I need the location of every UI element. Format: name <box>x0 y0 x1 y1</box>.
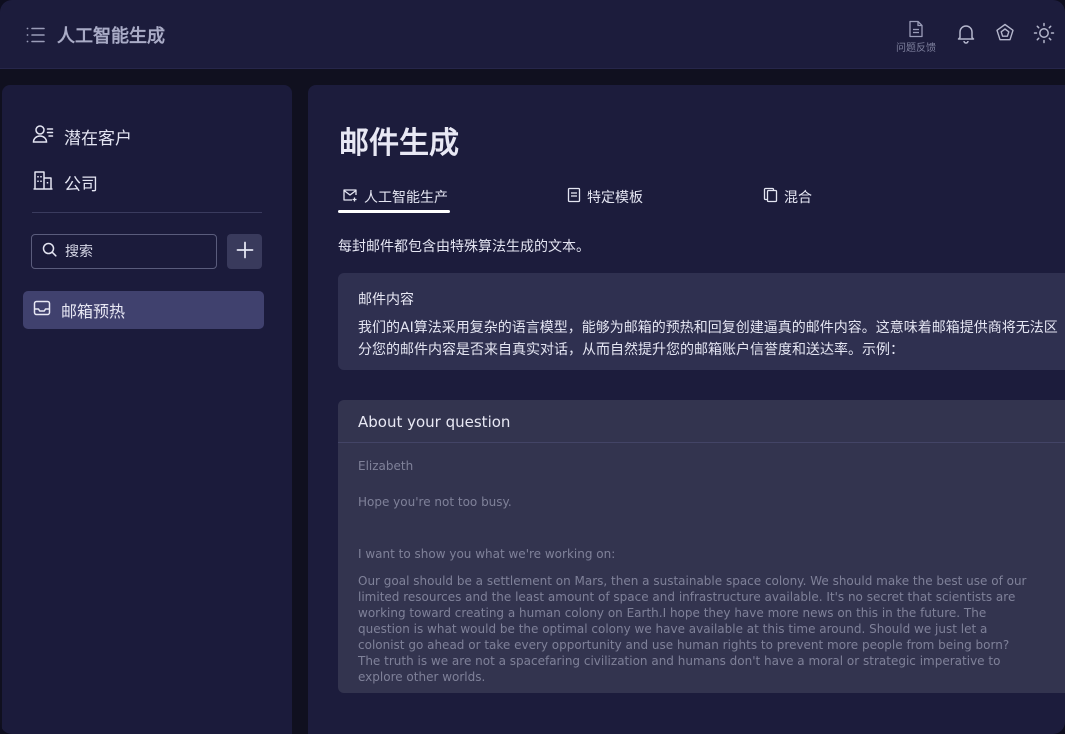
search-field[interactable] <box>31 234 217 269</box>
add-folder-button[interactable] <box>227 234 262 269</box>
sidebar-item-label: 潜在客户 <box>64 128 132 149</box>
menu-list-icon[interactable] <box>25 25 45 45</box>
email-greeting: Elizabeth <box>358 459 414 473</box>
email-subject: About your question <box>338 400 1065 443</box>
copy-icon <box>763 187 778 207</box>
active-tab-indicator <box>338 210 450 213</box>
feedback-document-icon <box>894 20 938 38</box>
sidebar-item-company[interactable]: 公司 <box>32 169 98 195</box>
sidebar-item-mailbox-warmup[interactable]: 邮箱预热 <box>23 291 264 329</box>
tab-specific-template[interactable]: 特定模板 <box>567 187 643 215</box>
sidebar-item-prospects[interactable]: 潜在客户 <box>32 123 132 149</box>
email-body: Elizabeth Hope you're not too busy. I wa… <box>338 443 1065 685</box>
tab-label: 人工智能生产 <box>364 190 448 206</box>
info-card-title: 邮件内容 <box>358 292 414 308</box>
app-title: 人工智能生成 <box>57 26 165 47</box>
document-icon <box>567 187 581 207</box>
tab-mixed[interactable]: 混合 <box>763 187 812 215</box>
mail-sparkle-icon <box>342 187 358 207</box>
page-title: 邮件生成 <box>339 126 459 161</box>
pentagon-badge-icon[interactable] <box>994 22 1016 44</box>
sun-icon[interactable] <box>1033 22 1055 44</box>
search-icon <box>42 242 57 261</box>
email-content-info-card: 邮件内容 我们的AI算法采用复杂的语言模型，能够为邮箱的预热和回复创建逼真的邮件… <box>338 273 1065 370</box>
tab-label: 特定模板 <box>587 190 643 206</box>
top-bar: 人工智能生成 问题反馈 <box>0 0 1065 69</box>
email-example-card: About your question Elizabeth Hope you'r… <box>338 400 1065 693</box>
main-panel: 邮件生成 人工智能生产 特定模板 混合 每封邮件都包含由特殊算法生成的文本。 邮… <box>308 85 1065 734</box>
plus-icon <box>236 241 254 263</box>
tab-description: 每封邮件都包含由特殊算法生成的文本。 <box>338 239 590 255</box>
sidebar-item-label: 公司 <box>64 174 98 195</box>
email-paragraph: Our goal should be a settlement on Mars,… <box>358 574 1027 684</box>
feedback-label: 问题反馈 <box>896 43 936 54</box>
app-window: 人工智能生成 问题反馈 潜在客户 公司 搜索 邮箱预热 邮件生成 人工智能生产 … <box>0 0 1065 734</box>
tab-label: 混合 <box>784 190 812 206</box>
sidebar: 潜在客户 公司 搜索 邮箱预热 <box>2 85 292 734</box>
inbox-icon <box>33 299 51 321</box>
sidebar-divider <box>32 212 262 213</box>
user-list-icon <box>32 123 54 150</box>
email-line: I want to show you what we're working on… <box>358 547 616 561</box>
email-line: Hope you're not too busy. <box>358 495 512 509</box>
info-card-body: 我们的AI算法采用复杂的语言模型，能够为邮箱的预热和回复创建逼真的邮件内容。这意… <box>358 320 1058 358</box>
sidebar-item-label: 邮箱预热 <box>61 302 126 321</box>
feedback-button[interactable]: 问题反馈 <box>894 20 938 56</box>
building-icon <box>32 169 54 196</box>
search-input[interactable] <box>65 243 195 260</box>
bell-icon[interactable] <box>955 22 977 44</box>
